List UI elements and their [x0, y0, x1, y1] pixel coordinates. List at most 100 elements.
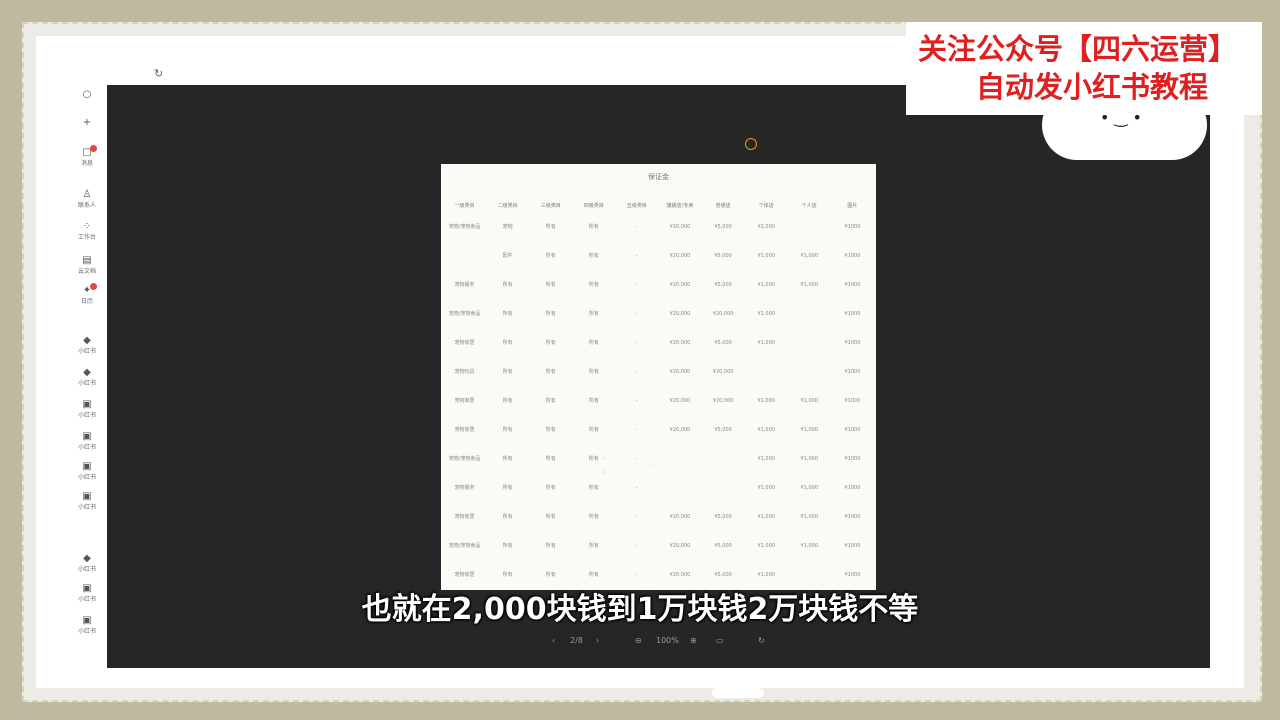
- table-cell: ¥5,000: [714, 542, 732, 549]
- magnifier-icon[interactable]: [745, 138, 757, 150]
- table-cell: ¥1,000: [757, 426, 775, 433]
- table-cell: [788, 328, 831, 357]
- table-row: 宠物/宠物食品 所有 所有 所有 - ¥20,000 ¥5,000 ¥1,000 ¥1,000 ¥…: [443, 531, 874, 560]
- column-header: 一级类目: [454, 202, 475, 209]
- table-cell: ¥20,000: [669, 571, 691, 578]
- table-cell: [702, 444, 745, 473]
- sticker-face: • ‿ •: [600, 452, 675, 480]
- table-cell: ¥1,000: [757, 513, 775, 520]
- table-cell: [788, 357, 831, 386]
- table-cell: 所有: [588, 253, 599, 259]
- table-cell: ¥20,000: [712, 368, 734, 375]
- table-cell: 所有: [545, 514, 556, 520]
- table-cell: ¥20,000: [669, 339, 691, 346]
- table-cell: 宠物家居: [454, 398, 475, 404]
- table-cell: 所有: [545, 456, 556, 462]
- sidebar-item-note[interactable]: ◆ 小红书: [68, 368, 106, 388]
- table-cell: 所有: [502, 369, 513, 375]
- sidebar-item-add[interactable]: +: [68, 118, 106, 130]
- table-cell: 所有: [588, 543, 599, 549]
- column-header: 个人店: [801, 202, 817, 209]
- fit-screen-icon[interactable]: ▭: [716, 632, 724, 650]
- table-cell: ¥5,000: [714, 339, 732, 346]
- sidebar-item-workspace[interactable]: ⁘ 工作台: [68, 222, 106, 242]
- zoom-out-icon[interactable]: ⊖: [635, 632, 642, 650]
- deposit-table: 一级类目 二级类目 三级类目 四级类目 五级类目 旗舰店/专卖 普通店 个体店 个人店 图片 宠物…: [443, 198, 874, 589]
- table-row: 宠物/宠物食品 宠物 所有 所有 - ¥20,000 ¥5,000 ¥2,000 ¥1000: [443, 212, 874, 241]
- next-page-button[interactable]: ›: [596, 632, 599, 650]
- table-cell: ¥1,000: [757, 339, 775, 346]
- table-cell: ¥20,000: [669, 281, 691, 288]
- rotate-icon[interactable]: ↻: [758, 632, 765, 650]
- note-icon: ▣: [82, 461, 92, 472]
- sidebar-item-note[interactable]: ▣ 小红书: [68, 462, 106, 482]
- search-icon: ○: [82, 89, 92, 100]
- table-cell: ¥1000: [844, 455, 861, 462]
- column-header: 普通店: [715, 202, 731, 209]
- table-cell: ¥1,000: [757, 484, 775, 491]
- prev-page-button[interactable]: ‹: [552, 632, 555, 650]
- table-cell: 宠物家居: [454, 340, 475, 346]
- user-icon: ♙: [82, 189, 92, 200]
- sidebar-item-note[interactable]: ◆ 小红书: [68, 554, 106, 574]
- table-cell: 所有: [545, 485, 556, 491]
- table-cell: ¥20,000: [669, 368, 691, 375]
- table-cell: ¥1000: [844, 513, 861, 520]
- table-cell: 宠物服务: [454, 282, 475, 288]
- table-cell: ¥5,000: [714, 513, 732, 520]
- table-cell: ¥1,000: [800, 513, 819, 520]
- table-cell: ¥1,000: [757, 281, 775, 288]
- sidebar-item-note[interactable]: ▣ 小红书: [68, 432, 106, 452]
- column-header: 图片: [847, 202, 858, 209]
- table-cell: ¥20,000: [712, 397, 734, 404]
- sidebar-item-calendar[interactable]: ✦ 日历: [68, 283, 106, 306]
- apps-icon: ⁘: [82, 221, 92, 232]
- column-header: 旗舰店/专卖: [666, 202, 694, 209]
- note-icon: ◆: [83, 367, 91, 378]
- table-row: 配件 所有 所有 - ¥20,000 ¥5,000 ¥1,000 ¥1,000 ¥1000: [443, 241, 874, 270]
- sidebar-item-note[interactable]: ▣ 小红书: [68, 400, 106, 420]
- table-row: 宠物服务 所有 所有 所有 - ¥20,000 ¥5,000 ¥1,000 ¥1,000 ¥100…: [443, 270, 874, 299]
- sidebar-item-note[interactable]: ▣ 小红书: [68, 492, 106, 512]
- sidebar-item-contacts[interactable]: ♙ 联系人: [68, 190, 106, 210]
- table-cell: ¥20,000: [669, 542, 691, 549]
- promo-line-1: 关注公众号【四六运营】: [918, 32, 1238, 66]
- table-cell: ¥1,000: [757, 397, 775, 404]
- table-cell: -: [636, 339, 638, 346]
- table-cell: -: [636, 281, 638, 288]
- table-cell: 所有: [502, 340, 513, 346]
- sidebar-item-search[interactable]: ○: [68, 90, 106, 102]
- table-cell: ¥1000: [844, 426, 861, 433]
- refresh-icon[interactable]: ↻: [154, 68, 166, 80]
- sidebar-item-messages[interactable]: ▢ 消息: [68, 145, 106, 168]
- table-cell: [443, 241, 486, 270]
- table-cell: ¥1,000: [800, 484, 819, 491]
- plus-icon: +: [82, 117, 92, 128]
- table-cell: 所有: [588, 514, 599, 520]
- table-cell: [702, 473, 745, 502]
- table-cell: ¥1,000: [800, 281, 819, 288]
- table-cell: ¥5,000: [714, 426, 732, 433]
- zoom-in-icon[interactable]: ⊕: [690, 632, 697, 650]
- bottom-tab: [712, 688, 764, 698]
- table-cell: -: [636, 571, 638, 578]
- table-cell: 宠物服务: [454, 485, 475, 491]
- promo-banner: 关注公众号【四六运营】 自动发小红书教程: [906, 22, 1262, 115]
- table-cell: 宠物玩具: [454, 369, 475, 375]
- table-cell: ¥1,000: [800, 455, 819, 462]
- promo-line-2: 自动发小红书教程: [976, 70, 1209, 104]
- note-icon: ▣: [82, 399, 92, 410]
- sidebar-item-note[interactable]: ◆ 小红书: [68, 336, 106, 356]
- table-cell: ¥2,000: [757, 223, 775, 230]
- table-cell: ¥20,000: [669, 310, 691, 317]
- table-cell: 所有: [588, 311, 599, 317]
- table-cell: 所有: [588, 282, 599, 288]
- table-cell: 宠物: [502, 224, 513, 230]
- note-icon: ▣: [82, 491, 92, 502]
- table-cell: ¥1000: [844, 571, 861, 578]
- table-cell: 所有: [502, 456, 513, 462]
- sidebar-item-docs[interactable]: ▤ 云文档: [68, 256, 106, 276]
- table-cell: ¥1000: [844, 542, 861, 549]
- column-header: 五级类目: [626, 202, 647, 209]
- table-cell: 配件: [502, 253, 513, 259]
